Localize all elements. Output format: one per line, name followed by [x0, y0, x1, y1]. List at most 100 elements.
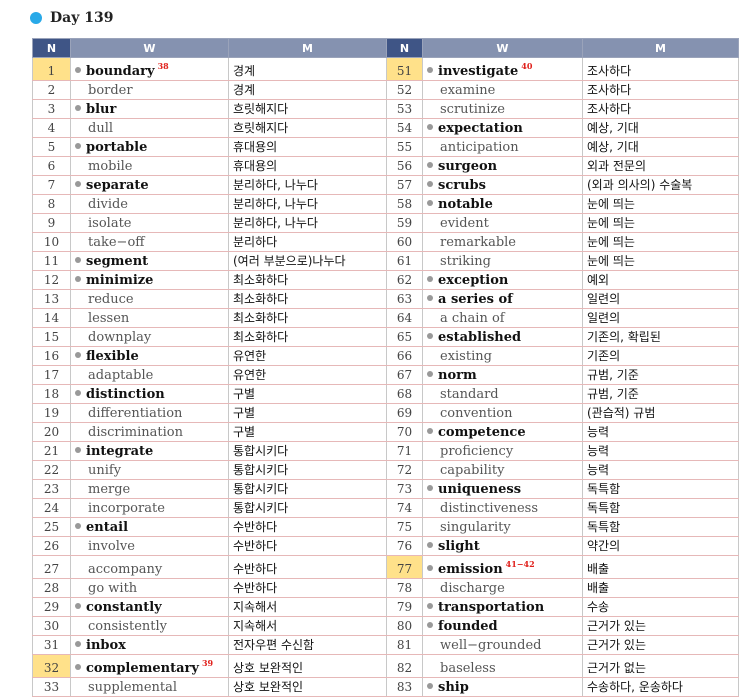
row-number: 51	[386, 57, 423, 81]
row-number: 79	[386, 597, 423, 617]
row-number: 17	[32, 365, 71, 385]
word-text: examine	[440, 83, 496, 98]
synonym-word: evident	[422, 213, 583, 233]
row-number: 11	[32, 251, 71, 271]
row-number: 76	[386, 536, 423, 556]
headword: exception	[422, 270, 583, 290]
table-row: 9 isolate 분리하다, 나누다 59 evident 눈에 띄는	[32, 213, 739, 233]
column-header-n: N	[386, 38, 423, 58]
table-row: 18 distinction 구별 68 standard 규범, 기준	[32, 384, 739, 404]
bullet-icon	[75, 390, 81, 396]
meaning-text: 분리하다, 나누다	[228, 213, 387, 233]
synonym-word: merge	[70, 479, 229, 499]
meaning-text: 분리하다, 나누다	[228, 194, 387, 214]
row-number: 83	[386, 677, 423, 697]
headword: portable	[70, 137, 229, 157]
column-header-m: M	[228, 38, 387, 58]
row-number: 16	[32, 346, 71, 366]
row-number: 5	[32, 137, 71, 157]
meaning-text: 경계	[228, 57, 387, 81]
column-header-w: W	[70, 38, 229, 58]
meaning-text: 흐릿해지다	[228, 99, 387, 119]
meaning-text: 배출	[582, 555, 739, 579]
word-text: merge	[88, 482, 131, 497]
meaning-text: 기존의	[582, 346, 739, 366]
meaning-text: 분리하다, 나누다	[228, 175, 387, 195]
table-row: 27 accompany 수반하다 77 emission 41−42 배출	[32, 555, 739, 579]
row-number: 67	[386, 365, 423, 385]
table-row: 22 unify 통합시키다 72 capability 능력	[32, 460, 739, 480]
word-text: adaptable	[88, 368, 154, 383]
table-row: 17 adaptable 유연한 67 norm 규범, 기준	[32, 365, 739, 385]
word-text: exception	[438, 273, 509, 288]
meaning-text: 일련의	[582, 289, 739, 309]
meaning-text: 최소화하다	[228, 270, 387, 290]
bullet-icon	[75, 523, 81, 529]
word-text: entail	[86, 520, 129, 535]
word-text: proficiency	[440, 444, 514, 459]
word-text: reduce	[88, 292, 134, 307]
headword: boundary 38	[70, 57, 229, 81]
word-text: well−grounded	[440, 638, 542, 653]
synonym-word: scrutinize	[422, 99, 583, 119]
word-text: norm	[438, 368, 477, 383]
row-number: 65	[386, 327, 423, 347]
row-number: 59	[386, 213, 423, 233]
row-number: 4	[32, 118, 71, 138]
meaning-text: 통합시키다	[228, 479, 387, 499]
headword: surgeon	[422, 156, 583, 176]
meaning-text: 능력	[582, 460, 739, 480]
table-row: 29 constantly 지속해서 79 transportation 수송	[32, 597, 739, 617]
meaning-text: 약간의	[582, 536, 739, 556]
word-text: take−off	[88, 235, 145, 250]
row-number: 33	[32, 677, 71, 697]
bullet-icon	[427, 295, 433, 301]
meaning-text: 통합시키다	[228, 498, 387, 518]
synonym-word: dull	[70, 118, 229, 138]
headword: established	[422, 327, 583, 347]
bullet-icon	[427, 162, 433, 168]
row-number: 66	[386, 346, 423, 366]
meaning-text: (관습적) 규범	[582, 403, 739, 423]
row-number: 3	[32, 99, 71, 119]
headword: minimize	[70, 270, 229, 290]
row-number: 23	[32, 479, 71, 499]
bullet-icon	[427, 200, 433, 206]
word-text: remarkable	[440, 235, 517, 250]
row-number: 25	[32, 517, 71, 537]
headword: integrate	[70, 441, 229, 461]
table-row: 1 boundary 38 경계 51 investigate 40 조사하다	[32, 57, 739, 81]
row-number: 74	[386, 498, 423, 518]
table-header-row: N W M N W M	[32, 38, 739, 58]
row-number: 9	[32, 213, 71, 233]
page-header: Day 139	[30, 8, 113, 28]
table-row: 32 complementary 39 상호 보완적인 82 baseless 근거가 없는	[32, 654, 739, 678]
word-text: lessen	[88, 311, 130, 326]
meaning-text: (여러 부분으로)나누다	[228, 251, 387, 271]
table-row: 12 minimize 최소화하다 62 exception 예외	[32, 270, 739, 290]
row-number: 30	[32, 616, 71, 636]
row-number: 58	[386, 194, 423, 214]
word-text: baseless	[440, 661, 496, 676]
column-header-w: W	[422, 38, 583, 58]
table-row: 16 flexible 유연한 66 existing 기존의	[32, 346, 739, 366]
meaning-text: 눈에 띄는	[582, 194, 739, 214]
synonym-word: take−off	[70, 232, 229, 252]
headword: scrubs	[422, 175, 583, 195]
word-text: accompany	[88, 562, 163, 577]
word-text: distinction	[86, 387, 165, 402]
meaning-text: 눈에 띄는	[582, 213, 739, 233]
synonym-word: lessen	[70, 308, 229, 328]
meaning-text: 눈에 띄는	[582, 232, 739, 252]
meaning-text: 근거가 있는	[582, 635, 739, 655]
synonym-word: distinctiveness	[422, 498, 583, 518]
reference-number: 40	[521, 61, 533, 71]
headword: a series of	[422, 289, 583, 309]
row-number: 68	[386, 384, 423, 404]
meaning-text: 휴대용의	[228, 156, 387, 176]
table-row: 10 take−off 분리하다 60 remarkable 눈에 띄는	[32, 232, 739, 252]
row-number: 31	[32, 635, 71, 655]
meaning-text: 분리하다	[228, 232, 387, 252]
headword: expectation	[422, 118, 583, 138]
word-text: expectation	[438, 121, 523, 136]
